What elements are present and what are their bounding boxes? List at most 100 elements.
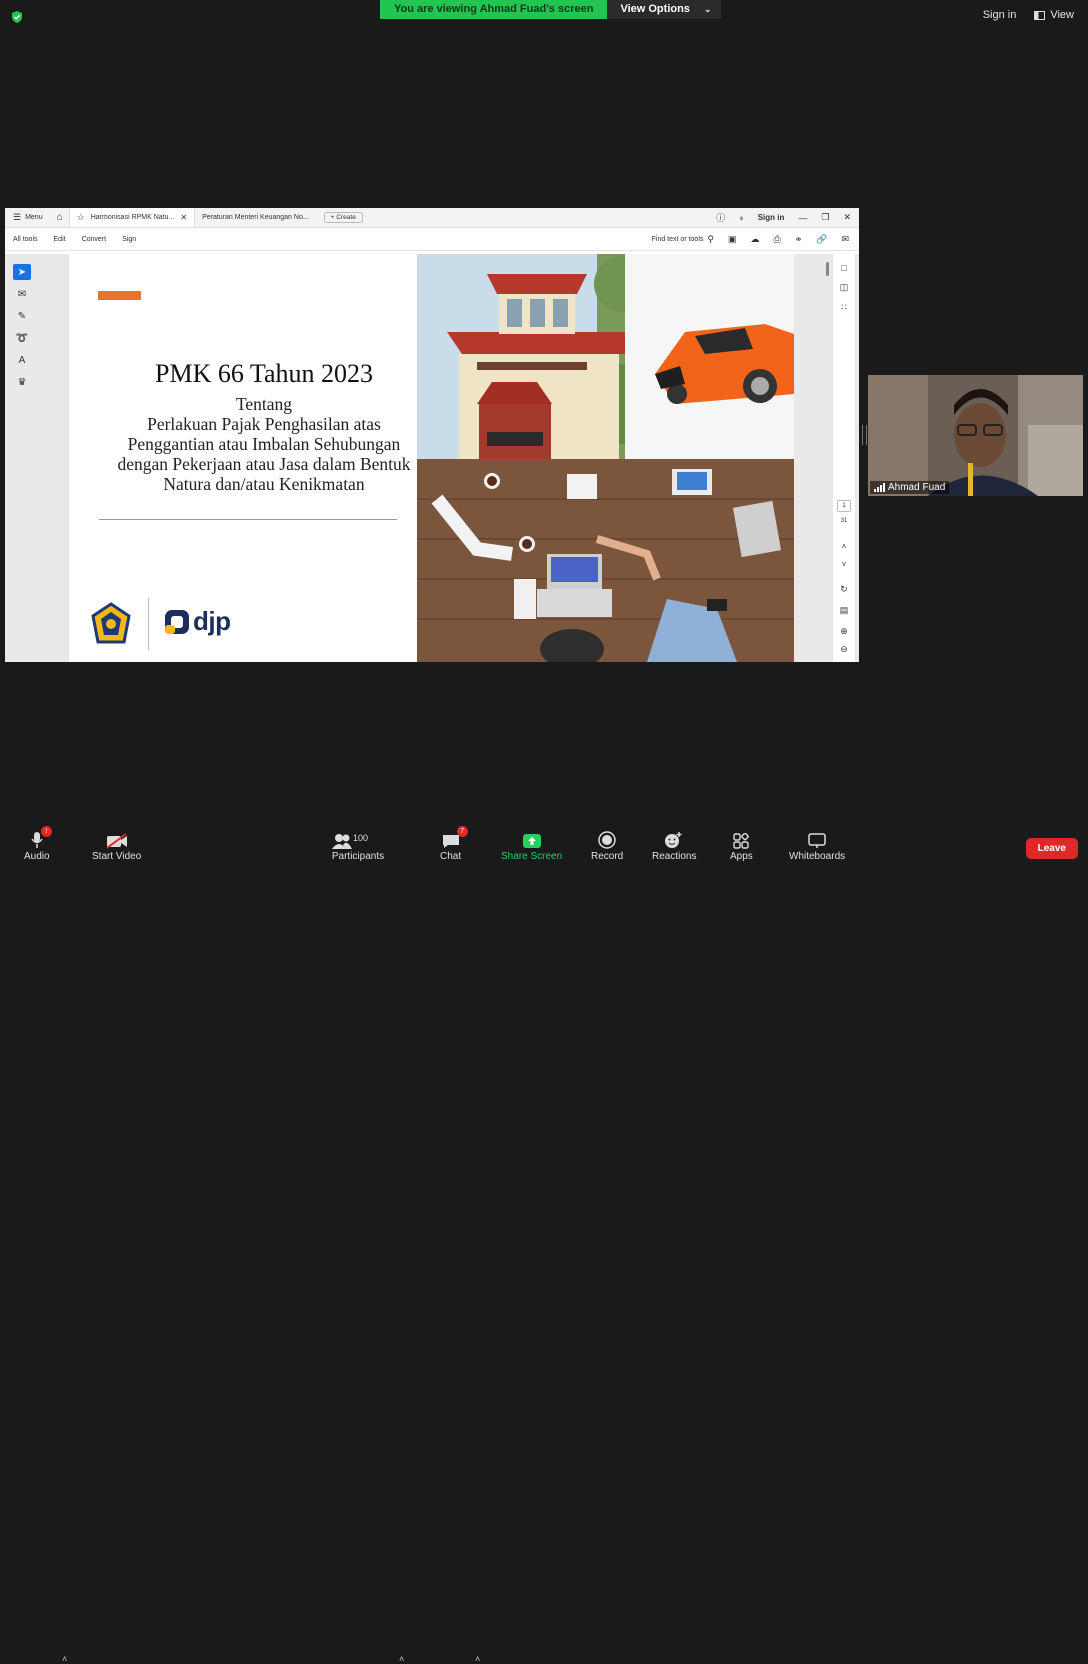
star-icon: ☆ <box>76 212 85 222</box>
reactions-label: Reactions <box>652 851 697 862</box>
view-options-button[interactable]: View Options ⌄ <box>607 0 722 19</box>
chevron-down-icon[interactable]: ˅ <box>842 560 847 569</box>
subtitle-line: dengan Pekerjaan atau Jasa dalam Bentuk <box>117 454 411 474</box>
vertical-scrollbar[interactable] <box>826 262 829 276</box>
video-icon-wrap <box>106 829 128 849</box>
participants-button[interactable]: 100 Participants <box>331 829 385 862</box>
comment-icon[interactable]: □ <box>841 263 846 273</box>
highlight-pen-icon[interactable]: ✎ <box>13 308 31 324</box>
apps-button[interactable]: Apps <box>730 829 753 862</box>
minimize-icon[interactable]: — <box>798 213 807 223</box>
participants-label: Participants <box>331 851 385 862</box>
current-page-number[interactable]: 1 <box>837 500 851 512</box>
participants-options-caret-icon[interactable]: ˄ <box>399 1654 404 1664</box>
edit-button[interactable]: Edit <box>46 236 74 243</box>
share-screen-icon <box>522 834 541 848</box>
view-label: View <box>1050 9 1074 21</box>
home-icon[interactable]: ⌂ <box>51 212 69 223</box>
link-icon[interactable]: 🔗 <box>816 234 827 245</box>
hamburger-icon: ☰ <box>13 212 22 222</box>
meeting-illustration <box>417 459 794 662</box>
create-button[interactable]: + Create <box>323 212 363 223</box>
record-button[interactable]: Record <box>591 829 623 862</box>
save-page-icon[interactable]: ▤ <box>840 605 849 616</box>
audio-button[interactable]: ! Audio <box>24 826 52 862</box>
zoom-out-icon[interactable]: ⊖ <box>840 644 848 655</box>
record-label: Record <box>591 851 624 862</box>
convert-button[interactable]: Convert <box>74 236 115 243</box>
encryption-shield-icon[interactable] <box>10 10 24 24</box>
subtitle-line: Natura dan/atau Kenikmatan <box>163 474 365 494</box>
share-screen-button[interactable]: Share Screen <box>501 829 562 862</box>
print-icon[interactable]: ⎙ <box>773 234 780 245</box>
chat-options-caret-icon[interactable]: ˄ <box>475 1654 480 1664</box>
djp-mark-icon <box>165 609 189 634</box>
rotate-icon[interactable]: ↻ <box>840 584 848 595</box>
signal-strength-icon <box>874 483 885 492</box>
ministry-seal-logo <box>91 602 131 644</box>
document-viewer[interactable]: ➤ ✉ ✎ ➰ A ♛ PMK 66 Tahun 2023 Tentang Pe… <box>5 254 859 662</box>
select-cursor-icon[interactable]: ➤ <box>13 264 31 280</box>
acrobat-tab-bar: ☰ Menu ⌂ ☆ Harmonisasi RPMK Natu... ✕ Pe… <box>5 208 859 228</box>
whiteboards-button[interactable]: Whiteboards <box>789 829 845 862</box>
chat-label: Chat <box>440 851 462 862</box>
email-icon[interactable]: ✉ <box>841 234 849 245</box>
participant-video-tile[interactable]: Ahmad Fuad <box>868 375 1083 496</box>
slide-accent-bar <box>98 291 141 300</box>
viewing-banner-text: You are viewing Ahmad Fuad's screen <box>380 0 608 19</box>
all-tools-button[interactable]: All tools <box>5 236 46 243</box>
close-icon[interactable]: ✕ <box>180 213 187 222</box>
bookmark-icon[interactable]: ◫ <box>840 282 849 293</box>
save-icon[interactable]: ▣ <box>728 234 737 245</box>
meeting-table-photo <box>417 459 794 662</box>
reactions-button[interactable]: Reactions <box>652 829 696 862</box>
apps-icon <box>733 833 750 849</box>
sports-car-photo <box>625 254 794 459</box>
subtitle-line: Penggantian atau Imbalan Sehubungan <box>127 434 401 454</box>
tab-document-2[interactable]: Peraturan Menteri Keuangan No... <box>195 208 316 227</box>
audio-warning-badge: ! <box>40 826 52 837</box>
shared-screen[interactable]: ☰ Menu ⌂ ☆ Harmonisasi RPMK Natu... ✕ Pe… <box>5 208 859 662</box>
top-right-controls: Sign in View <box>983 9 1074 21</box>
zoom-in-icon[interactable]: ⊕ <box>840 626 848 637</box>
acrobat-window-controls: ⓘ ♦ Sign in — ❐ ✕ <box>716 208 851 227</box>
audio-options-caret-icon[interactable]: ˄ <box>62 1654 67 1664</box>
tab-document-1[interactable]: ☆ Harmonisasi RPMK Natu... ✕ <box>68 208 196 227</box>
bell-icon[interactable]: ♦ <box>739 213 744 223</box>
whiteboards-icon-wrap <box>808 829 826 849</box>
stamp-icon[interactable]: ♛ <box>13 374 31 390</box>
help-icon[interactable]: ⓘ <box>716 211 725 224</box>
sign-in-button[interactable]: Sign in <box>983 9 1017 21</box>
chat-button[interactable]: 7 Chat <box>440 826 468 862</box>
record-icon <box>598 831 616 849</box>
slide-divider-line <box>99 519 397 520</box>
add-comment-icon[interactable]: ✉ <box>13 286 31 302</box>
leave-button[interactable]: Leave <box>1025 838 1078 859</box>
sign-button[interactable]: Sign <box>114 236 144 243</box>
add-text-icon[interactable]: A <box>13 352 31 368</box>
upload-cloud-icon[interactable]: ☁ <box>750 234 759 245</box>
chevron-down-icon: ⌄ <box>703 4 712 14</box>
subtitle-line: Tentang <box>235 394 293 414</box>
plus-icon: + <box>330 214 335 221</box>
acrobat-menu-button[interactable]: ☰ Menu <box>5 212 51 223</box>
video-off-icon <box>106 833 127 849</box>
acrobat-sign-in-button[interactable]: Sign in <box>758 213 785 222</box>
chat-unread-badge: 7 <box>456 826 468 837</box>
share-screen-icon-wrap <box>522 829 542 849</box>
view-options-label: View Options <box>620 3 690 15</box>
view-button[interactable]: View <box>1034 9 1074 21</box>
smiley-plus-icon <box>665 832 682 848</box>
find-tools-search[interactable]: Find text or tools ⚲ <box>652 234 714 245</box>
close-window-icon[interactable]: ✕ <box>843 212 851 223</box>
slide-title: PMK 66 Tahun 2023 <box>155 359 373 388</box>
start-video-button[interactable]: Start Video <box>92 829 141 862</box>
draw-freeform-icon[interactable]: ➰ <box>13 330 31 346</box>
restore-icon[interactable]: ❐ <box>821 212 829 223</box>
chevron-up-icon[interactable]: ˄ <box>842 542 847 551</box>
screen-share-banner: You are viewing Ahmad Fuad's screen View… <box>380 0 722 19</box>
share-icon[interactable]: ⚭ <box>795 234 803 245</box>
create-label: Create <box>336 214 356 221</box>
panel-resize-handle[interactable] <box>862 425 867 445</box>
grid-view-icon[interactable]: ∷ <box>841 302 847 313</box>
